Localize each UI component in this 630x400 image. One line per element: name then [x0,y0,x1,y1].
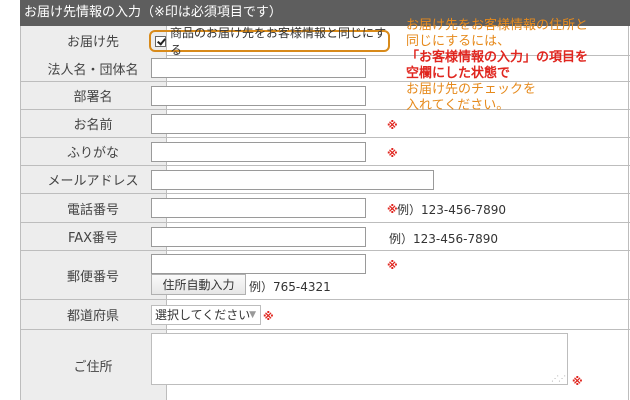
required-mark-postal: ※ [387,259,398,272]
note-line-1: お届け先をお客様情報の住所と [406,18,589,33]
chevron-down-icon: ▼ [249,310,256,320]
note-line-5: お届け先のチェックを [406,82,537,97]
email-input[interactable] [151,170,434,190]
note-line-2: 同じにするには、 [406,34,511,49]
phone-input[interactable] [151,198,366,218]
label-department: 部署名 [20,82,167,109]
name-input[interactable] [151,114,366,134]
furigana-input[interactable] [151,142,366,162]
address-textarea[interactable]: ⋰⋰ [151,333,568,385]
required-mark-prefecture: ※ [263,310,274,323]
same-as-customer-checkbox-group[interactable]: 商品のお届け先をお客様情報と同じにする [149,26,390,57]
postal-example: 例）765-4321 [249,280,331,294]
label-postal: 郵便番号 [20,251,167,299]
company-input[interactable] [151,58,366,78]
label-phone: 電話番号 [20,194,167,222]
required-mark-address: ※ [572,375,583,388]
label-prefecture: 都道府県 [20,300,167,329]
label-name: お名前 [20,110,167,137]
required-mark-name: ※ [387,119,398,132]
label-company: 法人名・団体名 [20,55,167,81]
prefecture-select[interactable]: 選択してください ▼ [151,305,261,325]
label-furigana: ふりがな [20,138,167,165]
label-email: メールアドレス [20,166,167,193]
note-line-4: 空欄にした状態で [406,66,511,81]
instruction-note: お届け先をお客様情報の住所と 同じにするには、 「お客様情報の入力」の項目を 空… [406,18,628,114]
label-address: ご住所 [20,330,167,400]
same-as-customer-label[interactable]: 商品のお届け先をお客様情報と同じにする [170,24,388,58]
postal-input[interactable] [151,254,366,274]
phone-example: 例）123-456-7890 [397,203,507,217]
resize-grip-icon[interactable]: ⋰⋰ [551,374,566,383]
prefecture-selected-value: 選択してください [155,308,251,322]
label-delivery: お届け先 [20,26,167,55]
note-line-6: 入れてください。 [406,98,510,113]
department-input[interactable] [151,86,366,106]
same-as-customer-checkbox[interactable] [155,35,166,47]
label-fax: FAX番号 [20,223,167,250]
note-line-3: 「お客様情報の入力」の項目を [406,50,589,65]
required-mark-furigana: ※ [387,147,398,160]
fax-example: 例）123-456-7890 [389,232,499,246]
fax-input[interactable] [151,227,366,247]
auto-address-button[interactable]: 住所自動入力 [151,274,246,295]
row-prefecture: 都道府県 [20,300,630,330]
